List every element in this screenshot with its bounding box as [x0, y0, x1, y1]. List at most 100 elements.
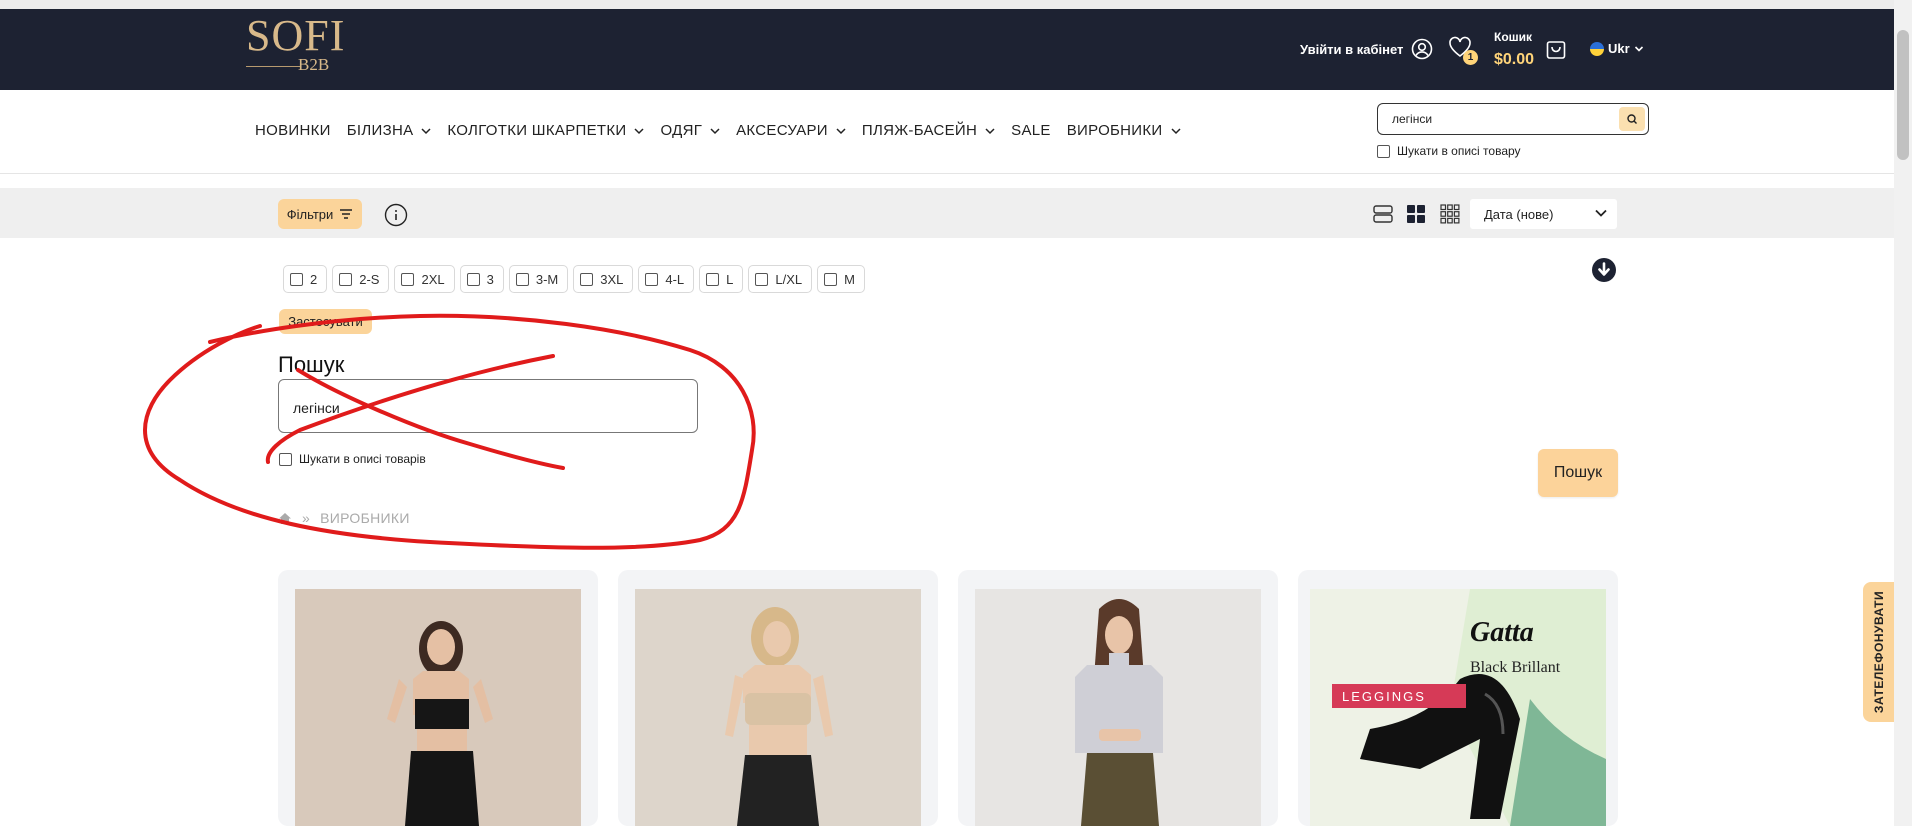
- logo-main-text: SOFI: [246, 11, 346, 60]
- product-image[interactable]: [975, 589, 1261, 826]
- product-card[interactable]: [618, 570, 938, 826]
- nav-item-new[interactable]: НОВИНКИ: [255, 122, 331, 139]
- size-label: 2: [310, 271, 318, 287]
- breadcrumb: » ВИРОБНИКИ: [278, 510, 410, 526]
- header-search-box: [1377, 103, 1649, 135]
- compact-grid-view-icon[interactable]: [1440, 204, 1460, 224]
- list-view-icon[interactable]: [1373, 204, 1393, 224]
- wishlist-button[interactable]: 1: [1448, 36, 1478, 66]
- arrow-down-circle-icon[interactable]: [1592, 258, 1616, 282]
- size-option[interactable]: 3-M: [508, 265, 569, 293]
- language-selector[interactable]: Ukr: [1590, 41, 1644, 56]
- logo[interactable]: SOFI B2B: [246, 14, 344, 76]
- nav-item-beach-pool[interactable]: ПЛЯЖ-БАСЕЙН: [862, 122, 995, 139]
- model-black-crop-top-photo: [295, 589, 581, 826]
- login-link[interactable]: Увійти в кабінет: [1300, 38, 1433, 60]
- size-option[interactable]: L/XL: [748, 265, 813, 293]
- checkbox[interactable]: [645, 272, 659, 286]
- size-option[interactable]: 2: [283, 265, 328, 293]
- chevron-down-icon: [836, 127, 846, 134]
- model-grey-turtleneck-photo: [975, 589, 1261, 826]
- grid-view-icon[interactable]: [1406, 204, 1426, 224]
- nav-item-accessories[interactable]: АКСЕСУАРИ: [736, 122, 846, 139]
- search-description-option[interactable]: Шукати в описі товарів: [279, 452, 426, 466]
- header-search-description-option[interactable]: Шукати в описі товару: [1377, 144, 1521, 158]
- checkbox[interactable]: [755, 272, 769, 286]
- login-label: Увійти в кабінет: [1300, 41, 1404, 57]
- product-image[interactable]: Gatta Black Brillant LEGGINGS: [1310, 589, 1606, 826]
- page-scrollbar[interactable]: [1894, 0, 1912, 826]
- gatta-leggings-ad-image: [1310, 589, 1606, 826]
- chevron-down-icon: [1595, 209, 1607, 217]
- filter-lines-icon: [340, 209, 353, 219]
- nav-item-label: АКСЕСУАРИ: [736, 122, 828, 139]
- header-search-input[interactable]: [1390, 108, 1614, 130]
- checkbox[interactable]: [279, 452, 292, 466]
- sort-select[interactable]: Дата (нове): [1470, 199, 1617, 229]
- nav-item-lingerie[interactable]: БІЛИЗНА: [347, 122, 432, 139]
- nav-item-manufacturers[interactable]: ВИРОБНИКИ: [1067, 122, 1181, 139]
- nav-item-tights-socks[interactable]: КОЛГОТКИ ШКАРПЕТКИ: [447, 122, 644, 139]
- size-option[interactable]: 2XL: [394, 265, 455, 293]
- checkbox[interactable]: [580, 272, 594, 286]
- size-label: L: [726, 271, 734, 287]
- scrollbar-thumb[interactable]: [1897, 30, 1909, 160]
- product-card[interactable]: [278, 570, 598, 826]
- nav-item-label: БІЛИЗНА: [346, 122, 414, 139]
- home-icon[interactable]: [278, 512, 292, 525]
- product-image[interactable]: [635, 589, 921, 826]
- search-button[interactable]: Пошук: [1538, 449, 1618, 497]
- size-option[interactable]: 4-L: [638, 265, 695, 293]
- main-navigation: НОВИНКИ БІЛИЗНА КОЛГОТКИ ШКАРПЕТКИ ОДЯГ …: [255, 122, 1197, 139]
- logo-underline: [246, 66, 300, 67]
- model-beige-sports-bra-photo: [635, 589, 921, 826]
- header-search-button[interactable]: [1619, 107, 1645, 131]
- nav-divider: [0, 173, 1894, 174]
- apply-filters-button[interactable]: Застосувати: [279, 309, 372, 334]
- nav-item-label: SALE: [1011, 122, 1051, 139]
- size-label: M: [844, 271, 855, 287]
- checkbox[interactable]: [824, 272, 838, 286]
- language-label: Ukr: [1608, 41, 1630, 56]
- product-line-label: Black Brillant: [1470, 659, 1561, 676]
- nav-item-label: КОЛГОТКИ ШКАРПЕТКИ: [447, 122, 627, 139]
- chevron-down-icon: [710, 127, 720, 134]
- nav-item-sale[interactable]: SALE: [1011, 122, 1051, 139]
- callback-tab[interactable]: ЗАТЕЛЕФОНУВАТИ: [1863, 582, 1894, 722]
- checkbox[interactable]: [290, 272, 303, 286]
- nav-item-label: ВИРОБНИКИ: [1066, 122, 1163, 139]
- search-input[interactable]: [291, 396, 685, 420]
- chevron-down-icon: [421, 127, 431, 134]
- checkbox[interactable]: [706, 272, 720, 286]
- checkbox[interactable]: [515, 272, 529, 286]
- checkbox[interactable]: [401, 272, 415, 286]
- cart-total: $0.00: [1494, 51, 1535, 68]
- product-card[interactable]: [958, 570, 1278, 826]
- cart-label: Кошик: [1494, 30, 1533, 44]
- product-card[interactable]: Gatta Black Brillant LEGGINGS: [1298, 570, 1618, 826]
- checkbox[interactable]: [339, 272, 353, 286]
- checkbox-label: Шукати в описі товарів: [299, 452, 426, 466]
- shopping-bag-icon[interactable]: [1546, 38, 1566, 60]
- checkbox[interactable]: [1377, 144, 1390, 158]
- logo-sub-text: B2B: [298, 55, 330, 74]
- callback-tab-label: ЗАТЕЛЕФОНУВАТИ: [1871, 590, 1886, 714]
- info-icon[interactable]: [384, 203, 408, 227]
- size-option[interactable]: 2-S: [332, 265, 390, 293]
- size-option[interactable]: M: [817, 265, 865, 293]
- breadcrumb-current[interactable]: ВИРОБНИКИ: [320, 510, 410, 526]
- checkbox[interactable]: [466, 272, 480, 286]
- nav-item-clothing[interactable]: ОДЯГ: [660, 122, 720, 139]
- size-option[interactable]: 3XL: [573, 265, 634, 293]
- checkbox-label: Шукати в описі товару: [1397, 144, 1521, 158]
- size-label: 2-S: [359, 271, 380, 287]
- breadcrumb-separator: »: [302, 510, 311, 526]
- size-option[interactable]: 3: [459, 265, 504, 293]
- size-label: 3-M: [535, 271, 559, 287]
- size-label: 4-L: [665, 271, 685, 287]
- product-image[interactable]: [295, 589, 581, 826]
- size-option[interactable]: L: [699, 265, 744, 293]
- filters-button[interactable]: Фільтри: [278, 199, 362, 229]
- leggings-tag: LEGGINGS: [1342, 689, 1426, 704]
- size-label: 3XL: [600, 271, 624, 287]
